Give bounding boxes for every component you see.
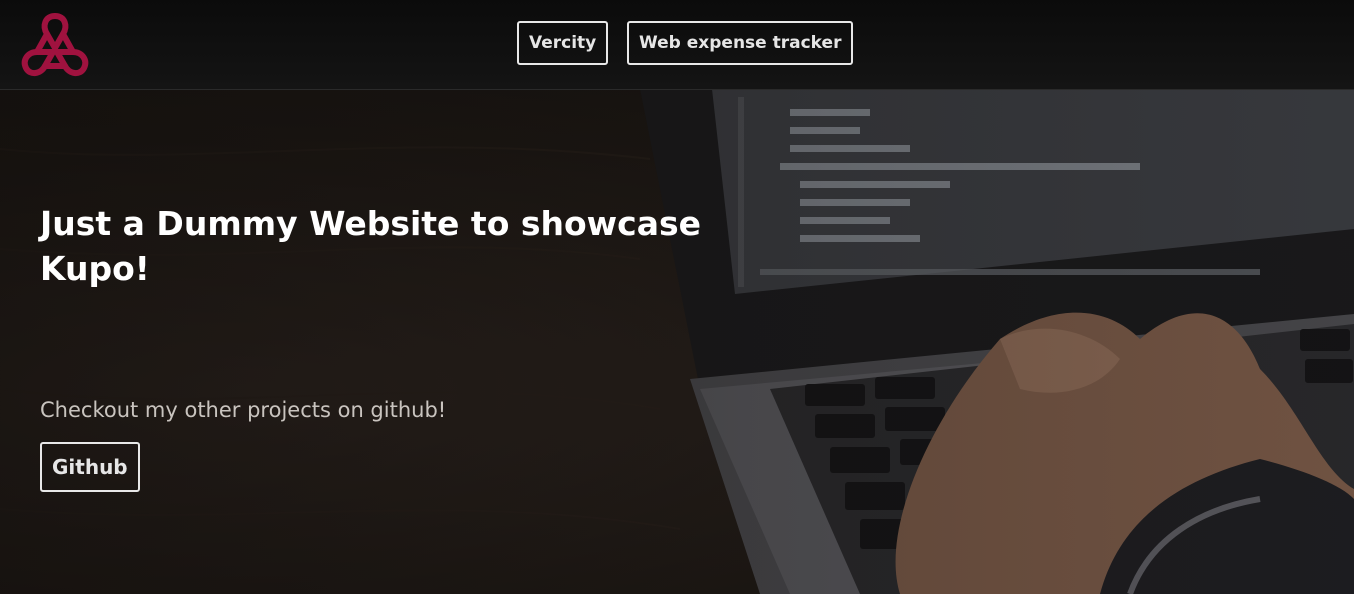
nav-link-web-expense-tracker[interactable]: Web expense tracker [627, 21, 854, 65]
hero-headline: Just a Dummy Website to showcase Kupo! [40, 204, 701, 288]
hero-subtext: Checkout my other projects on github! [40, 398, 447, 422]
top-navbar: Vercity Web expense tracker [0, 0, 1354, 90]
github-button[interactable]: Github [40, 442, 140, 492]
nav-link-vercity[interactable]: Vercity [517, 21, 609, 65]
trefoil-logo-icon[interactable] [18, 10, 92, 78]
hero-section: Just a Dummy Website to showcase Kupo! C… [0, 89, 1354, 594]
hero-dark-overlay [0, 89, 1354, 594]
